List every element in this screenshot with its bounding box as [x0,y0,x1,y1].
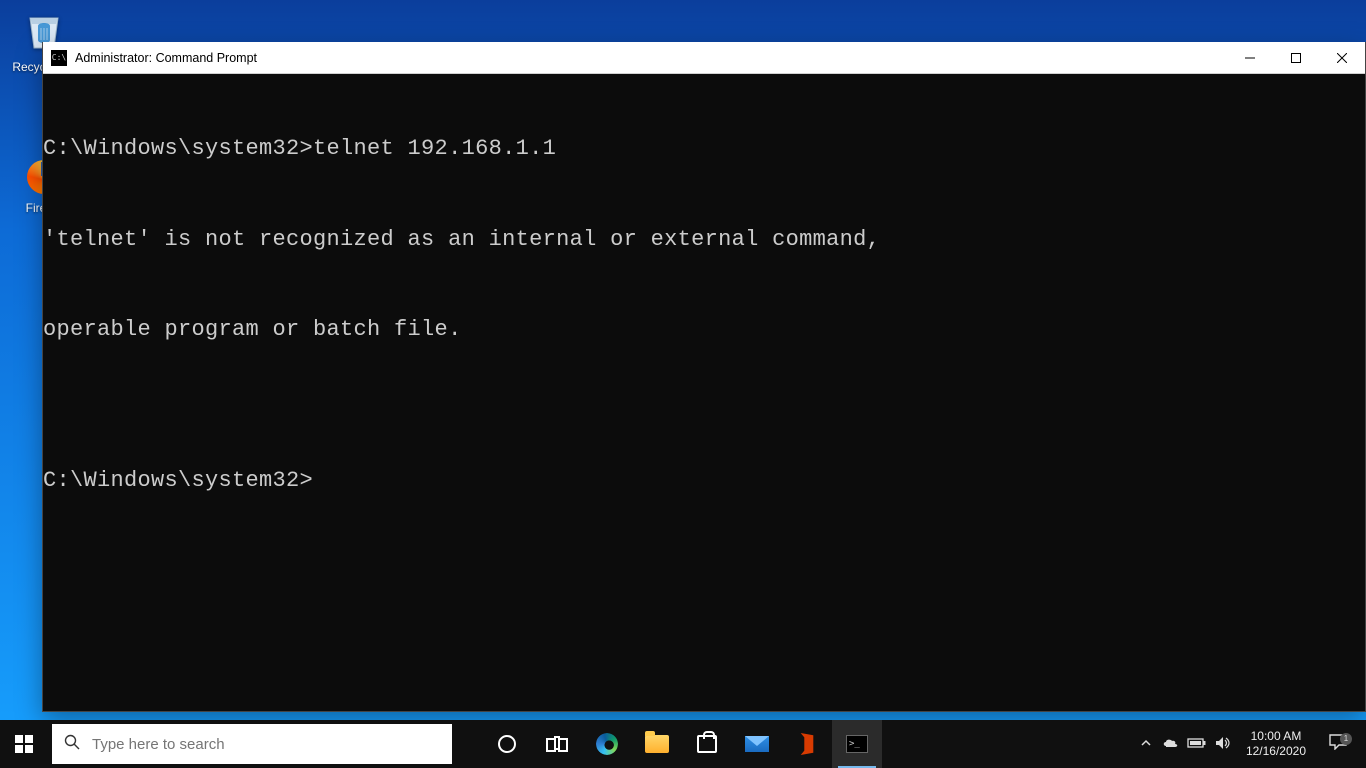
desktop[interactable]: Recycle Bin ↗ Firefox C:\ Administrator:… [0,0,1366,768]
terminal-line: 'telnet' is not recognized as an interna… [43,225,1365,255]
taskbar-app-mail[interactable] [732,720,782,768]
taskbar-app-store[interactable] [682,720,732,768]
close-button[interactable] [1319,42,1365,73]
action-center-button[interactable]: 1 [1316,734,1360,755]
search-input[interactable] [92,724,452,764]
store-icon [697,735,717,753]
office-icon [798,733,816,755]
taskbar-pinned-apps: >_ [482,720,882,768]
window-title: Administrator: Command Prompt [75,51,1227,65]
edge-icon [596,733,618,755]
system-tray[interactable]: 10:00 AM 12/16/2020 1 [1134,720,1366,768]
battery-tray-icon[interactable] [1184,736,1210,752]
task-view-icon [546,736,568,752]
taskbar-app-office[interactable] [782,720,832,768]
command-prompt-window[interactable]: C:\ Administrator: Command Prompt C:\Win… [42,42,1366,712]
volume-tray-icon[interactable] [1210,736,1236,753]
terminal-line: operable program or batch file. [43,315,1365,345]
taskbar-app-edge[interactable] [582,720,632,768]
folder-icon [645,735,669,753]
mail-icon [745,736,769,752]
search-icon [52,734,92,755]
cmd-app-icon: C:\ [51,50,67,66]
taskbar-clock[interactable]: 10:00 AM 12/16/2020 [1236,729,1316,759]
windows-logo-icon [15,735,33,753]
onedrive-tray-icon[interactable] [1158,736,1184,752]
tray-overflow-button[interactable] [1134,737,1158,751]
titlebar[interactable]: C:\ Administrator: Command Prompt [43,42,1365,74]
clock-time: 10:00 AM [1246,729,1306,744]
cmd-icon: >_ [846,735,868,753]
taskbar-app-cmd[interactable]: >_ [832,720,882,768]
taskbar-app-explorer[interactable] [632,720,682,768]
terminal-line: C:\Windows\system32>telnet 192.168.1.1 [43,134,1365,164]
terminal-output[interactable]: C:\Windows\system32>telnet 192.168.1.1 '… [43,74,1365,711]
minimize-button[interactable] [1227,42,1273,73]
cortana-icon [498,735,516,753]
notification-badge: 1 [1340,733,1352,745]
taskbar[interactable]: >_ 10:00 AM 12/16/2020 1 [0,720,1366,768]
start-button[interactable] [0,720,48,768]
maximize-button[interactable] [1273,42,1319,73]
clock-date: 12/16/2020 [1246,744,1306,759]
cortana-button[interactable] [482,720,532,768]
taskbar-search[interactable] [52,724,452,764]
terminal-line: C:\Windows\system32> [43,466,1365,496]
task-view-button[interactable] [532,720,582,768]
